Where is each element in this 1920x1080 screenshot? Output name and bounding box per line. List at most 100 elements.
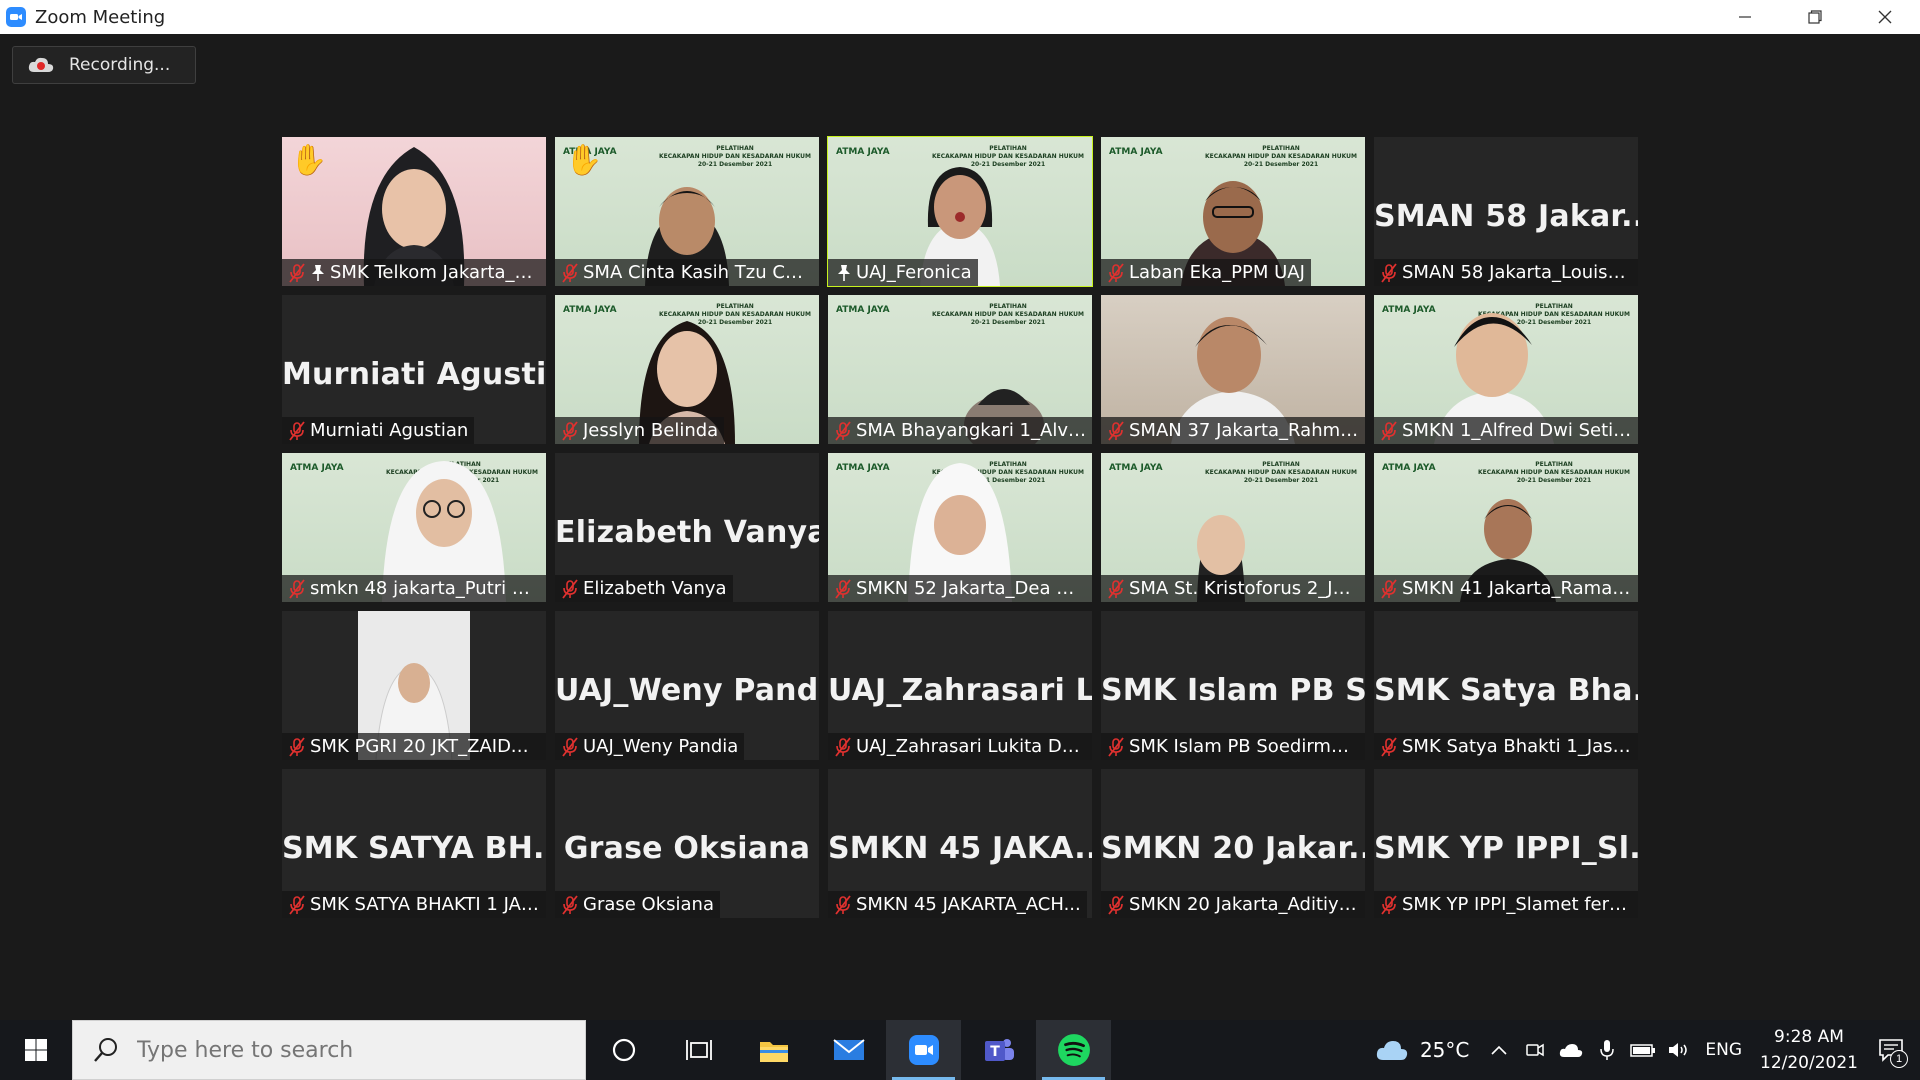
participant-tile[interactable]: ATMA JAYA PELATIHANKECAKAPAN HIDUP DAN K… [1101, 453, 1365, 602]
muted-mic-icon [1381, 262, 1397, 283]
participant-name: UAJ_Zahrasari Lukita Dewi [856, 736, 1086, 757]
muted-mic-icon [835, 578, 851, 599]
participant-name: SMKN 45 JAKARTA_ACH... [856, 894, 1081, 915]
participant-name: SMKN 41 Jakarta_Rama A... [1402, 578, 1632, 599]
raised-hand-icon: ✋ [565, 144, 603, 177]
participant-tile[interactable]: SMK PGRI 20 JKT_ZAIDAH... [282, 611, 546, 760]
participant-tile[interactable]: SMAN 58 Jakar... SMAN 58 Jakarta_Louisa … [1374, 137, 1638, 286]
participant-tile[interactable]: SMK Satya Bha... SMK Satya Bhakti 1_Jaso… [1374, 611, 1638, 760]
file-explorer-button[interactable] [736, 1020, 811, 1080]
minimize-button[interactable] [1710, 0, 1780, 34]
participant-name-placeholder: UAJ_Weny Pandia [555, 673, 819, 708]
weather-temperature[interactable]: 25°C [1420, 1038, 1469, 1062]
participant-name-placeholder: Elizabeth Vanya [555, 515, 819, 550]
participant-name: SMKN 52 Jakarta_Dea Ne... [856, 578, 1086, 599]
task-view-button[interactable] [661, 1020, 736, 1080]
participant-nameplate: UAJ_Feronica [828, 259, 978, 286]
participant-tile-active-speaker[interactable]: ATMA JAYA PELATIHAN KECAKAPAN HIDUP DAN K… [827, 136, 1093, 287]
participant-nameplate: UAJ_Zahrasari Lukita Dewi [828, 733, 1092, 760]
microphone-icon [1600, 1040, 1615, 1060]
participant-tile[interactable]: SMK YP IPPI_Sl... SMK YP IPPI_Slamet fer… [1374, 769, 1638, 918]
muted-mic-icon [562, 262, 578, 283]
volume-button[interactable] [1661, 1020, 1697, 1080]
muted-mic-icon [1381, 578, 1397, 599]
window-title: Zoom Meeting [35, 6, 166, 28]
participant-tile[interactable]: SMK SATYA BH... SMK SATYA BHAKTI 1 JAK..… [282, 769, 546, 918]
participant-tile[interactable]: ATMA JAYA PELATIHANKECAKAPAN HIDUP DAN K… [1101, 137, 1365, 286]
microphone-tray-button[interactable] [1589, 1020, 1625, 1080]
recording-label: Recording... [69, 55, 171, 75]
teams-taskbar-button[interactable]: T [961, 1020, 1036, 1080]
participant-name: Elizabeth Vanya [583, 578, 727, 599]
restore-button[interactable] [1780, 0, 1850, 34]
participant-tile[interactable]: Murniati Agusti... Murniati Agustian [282, 295, 546, 444]
muted-mic-icon [1108, 736, 1124, 757]
participant-tile[interactable]: SMAN 37 Jakarta_Rahma... [1101, 295, 1365, 444]
windows-taskbar: T 25°C ENG 9:28 AM 12/20/2021 [0, 1020, 1920, 1080]
muted-mic-icon [1381, 894, 1397, 915]
participant-tile[interactable]: ATMA JAYA PELATIHANKECAKAPAN HIDUP DAN K… [555, 137, 819, 286]
onedrive-cloud-icon [1560, 1044, 1583, 1057]
mail-button[interactable] [811, 1020, 886, 1080]
participant-name-placeholder: SMK Satya Bha... [1374, 673, 1638, 708]
onedrive-button[interactable] [1553, 1020, 1589, 1080]
participant-tile[interactable]: ATMA JAYA PELATIHANKECAKAPAN HIDUP DAN K… [828, 453, 1092, 602]
meet-now-button[interactable] [1517, 1020, 1553, 1080]
taskbar-search-box[interactable] [72, 1020, 586, 1080]
participant-name-placeholder: SMK Islam PB S... [1101, 673, 1365, 708]
participant-tile[interactable]: UAJ_Weny Pandia UAJ_Weny Pandia [555, 611, 819, 760]
participant-nameplate: Laban Eka_PPM UAJ [1101, 259, 1311, 286]
show-hidden-icons-button[interactable] [1481, 1020, 1517, 1080]
muted-mic-icon [562, 420, 578, 441]
muted-mic-icon [562, 578, 578, 599]
battery-button[interactable] [1625, 1020, 1661, 1080]
search-input[interactable] [137, 1037, 537, 1063]
close-button[interactable] [1850, 0, 1920, 34]
participant-nameplate: SMAN 58 Jakarta_Louisa ... [1374, 259, 1638, 286]
participant-tile[interactable]: ATMA JAYA PELATIHANKECAKAPAN HIDUP DAN K… [282, 453, 546, 602]
start-button[interactable] [0, 1020, 72, 1080]
muted-mic-icon [562, 894, 578, 915]
participant-name: SMAN 37 Jakarta_Rahma... [1129, 420, 1359, 441]
muted-mic-icon [835, 736, 851, 757]
battery-icon [1630, 1044, 1656, 1057]
cortana-button[interactable] [586, 1020, 661, 1080]
participant-name: smkn 48 jakarta_Putri Anis [310, 578, 540, 599]
recording-indicator[interactable]: Recording... [12, 46, 196, 84]
participant-name: SMK Islam PB Soedirman ... [1129, 736, 1359, 757]
muted-mic-icon [289, 578, 305, 599]
cortana-circle-icon [612, 1038, 635, 1062]
task-view-icon [685, 1040, 712, 1060]
participant-nameplate: SMK SATYA BHAKTI 1 JAK... [282, 891, 546, 918]
participant-name: UAJ_Feronica [856, 262, 972, 283]
participant-name: SMKN 1_Alfred Dwi Setia... [1402, 420, 1632, 441]
camera-tray-icon [1526, 1043, 1545, 1057]
participant-tile[interactable]: ATMA JAYA PELATIHANKECAKAPAN HIDUP DAN K… [555, 295, 819, 444]
participant-tile[interactable]: ATMA JAYA PELATIHANKECAKAPAN HIDUP DAN K… [828, 295, 1092, 444]
participant-name: SMA Cinta Kasih Tzu Chi_... [583, 262, 813, 283]
participant-name-placeholder: SMKN 45 JAKA... [828, 831, 1092, 866]
participant-tile[interactable]: Elizabeth Vanya Elizabeth Vanya [555, 453, 819, 602]
svg-text:T: T [990, 1044, 1000, 1060]
participant-tile[interactable]: Grase Oksiana Grase Oksiana [555, 769, 819, 918]
participant-tile[interactable]: SMK Islam PB S... SMK Islam PB Soedirman… [1101, 611, 1365, 760]
participant-tile[interactable]: SMKN 20 Jakar... SMKN 20 Jakarta_Aditiya… [1101, 769, 1365, 918]
action-center-button[interactable]: 1 [1862, 1020, 1920, 1080]
spotify-taskbar-button[interactable] [1036, 1020, 1111, 1080]
zoom-taskbar-button[interactable] [886, 1020, 961, 1080]
participant-tile[interactable]: ATMA JAYA PELATIHANKECAKAPAN HIDUP DAN K… [1374, 453, 1638, 602]
weather-widget[interactable] [1372, 1020, 1412, 1080]
participant-tile[interactable]: ✋ SMK Telkom Jakarta_H... [282, 137, 546, 286]
search-icon [94, 1038, 117, 1062]
input-language-indicator[interactable]: ENG [1705, 1040, 1742, 1060]
participant-tile[interactable]: ATMA JAYA PELATIHANKECAKAPAN HIDUP DAN K… [1374, 295, 1638, 444]
system-tray: 25°C ENG 9:28 AM 12/20/2021 1 [1372, 1020, 1920, 1080]
participant-tile[interactable]: SMKN 45 JAKA... SMKN 45 JAKARTA_ACH... [828, 769, 1092, 918]
participant-name: SMA Bhayangkari 1_Alvit... [856, 420, 1086, 441]
participant-nameplate: SMK Islam PB Soedirman ... [1101, 733, 1365, 760]
participant-tile[interactable]: UAJ_Zahrasari L... UAJ_Zahrasari Lukita … [828, 611, 1092, 760]
taskbar-clock[interactable]: 9:28 AM 12/20/2021 [1756, 1024, 1862, 1076]
participant-name: SMAN 58 Jakarta_Louisa ... [1402, 262, 1632, 283]
participant-nameplate: Grase Oksiana [555, 891, 720, 918]
participant-name-placeholder: Grase Oksiana [563, 831, 811, 866]
